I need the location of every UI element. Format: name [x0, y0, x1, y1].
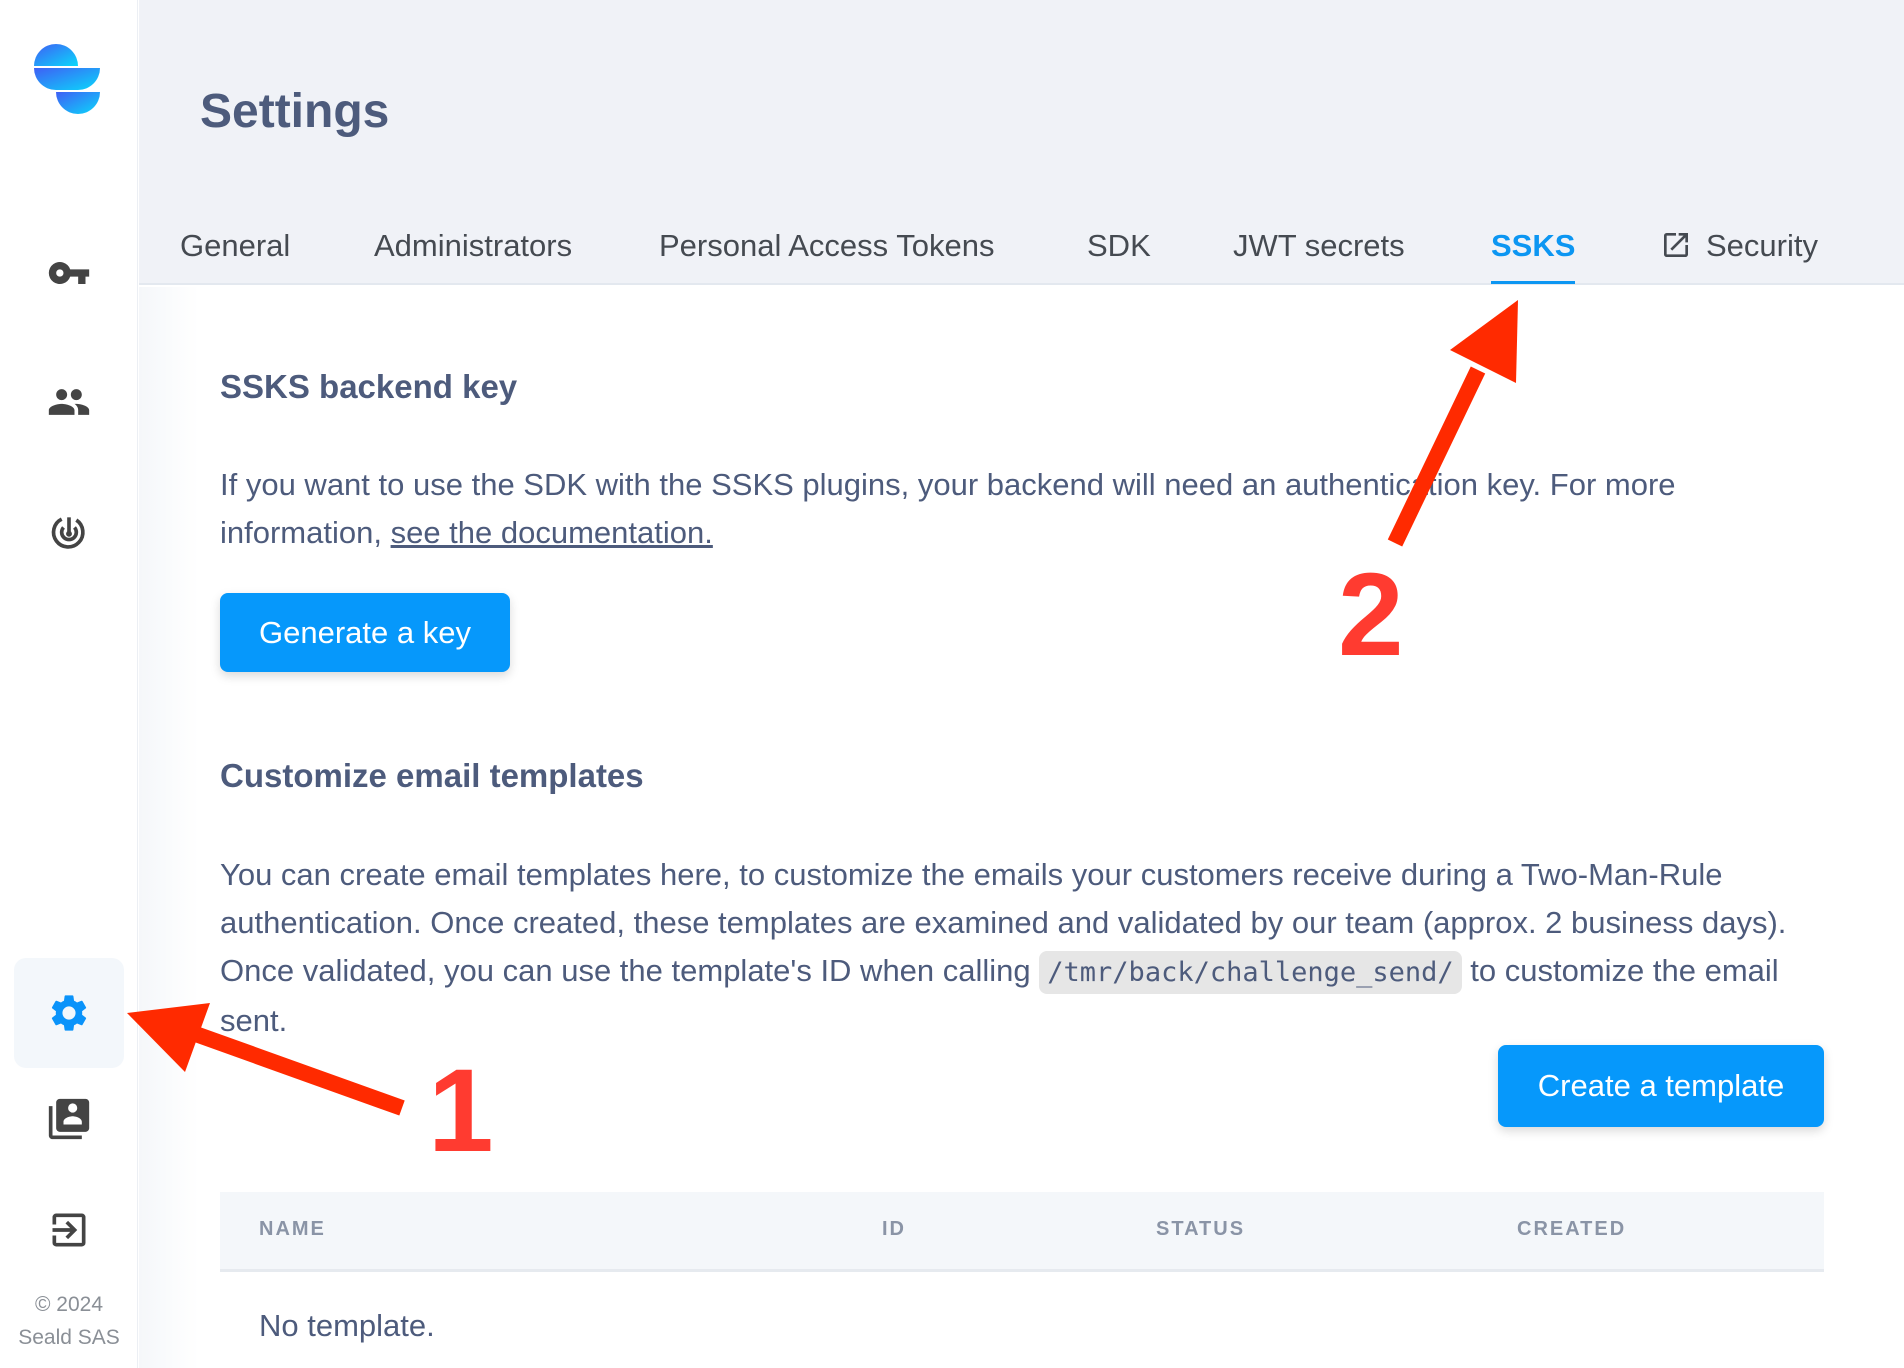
- sidebar-item-logout[interactable]: [14, 1175, 124, 1285]
- sidebar-item-monitoring[interactable]: [14, 477, 124, 587]
- column-created[interactable]: CREATED: [1517, 1218, 1626, 1241]
- tab-security[interactable]: Security: [1660, 226, 1818, 284]
- copyright: © 2024 Seald SAS: [0, 1288, 138, 1354]
- endpoint-code: /tmr/back/challenge_send/: [1039, 951, 1462, 994]
- content-edge-shadow: [139, 287, 199, 1368]
- tab-personal-access-tokens[interactable]: Personal Access Tokens: [659, 226, 994, 284]
- sidebar-item-contacts[interactable]: [14, 1064, 124, 1174]
- templates-description: You can create email templates here, to …: [220, 851, 1830, 1045]
- seald-logo[interactable]: [34, 44, 104, 116]
- ssks-heading: SSKS backend key: [220, 368, 518, 405]
- templates-heading: Customize email templates: [220, 757, 644, 794]
- ssks-description: If you want to use the SDK with the SSKS…: [220, 461, 1830, 557]
- documentation-link[interactable]: see the documentation.: [391, 515, 713, 550]
- empty-table-message: No template.: [259, 1308, 435, 1343]
- column-name[interactable]: NAME: [259, 1218, 326, 1241]
- tab-administrators[interactable]: Administrators: [374, 226, 572, 284]
- sidebar-item-users[interactable]: [14, 347, 124, 457]
- copyright-company: Seald SAS: [18, 1326, 120, 1349]
- page-title: Settings: [200, 85, 390, 138]
- users-icon: [48, 389, 90, 415]
- key-icon: [48, 262, 90, 284]
- logout-icon: [52, 1213, 86, 1247]
- generate-key-button[interactable]: Generate a key: [220, 593, 510, 672]
- contacts-icon: [48, 1098, 90, 1140]
- tab-ssks[interactable]: SSKS: [1491, 226, 1576, 284]
- column-id[interactable]: ID: [882, 1218, 906, 1241]
- step-1-label: 1: [428, 1045, 494, 1177]
- copyright-year: © 2024: [34, 1293, 104, 1316]
- tab-jwt-secrets[interactable]: JWT secrets: [1233, 226, 1405, 284]
- tab-security-label: Security: [1706, 228, 1818, 263]
- radar-icon: [51, 517, 85, 549]
- gear-icon: [51, 995, 87, 1031]
- sidebar-item-keys[interactable]: [14, 218, 124, 328]
- page-header: Settings General Administrators Personal…: [139, 0, 1904, 285]
- templates-table-header: NAME ID STATUS CREATED: [220, 1192, 1824, 1272]
- external-link-icon: [1664, 233, 1688, 257]
- create-template-button[interactable]: Create a template: [1498, 1045, 1824, 1127]
- column-status[interactable]: STATUS: [1156, 1218, 1245, 1241]
- tab-sdk[interactable]: SDK: [1087, 226, 1151, 284]
- sidebar: © 2024 Seald SAS: [0, 0, 138, 1368]
- sidebar-item-settings[interactable]: [14, 958, 124, 1068]
- tab-general[interactable]: General: [180, 226, 290, 284]
- step-2-label: 2: [1338, 549, 1404, 681]
